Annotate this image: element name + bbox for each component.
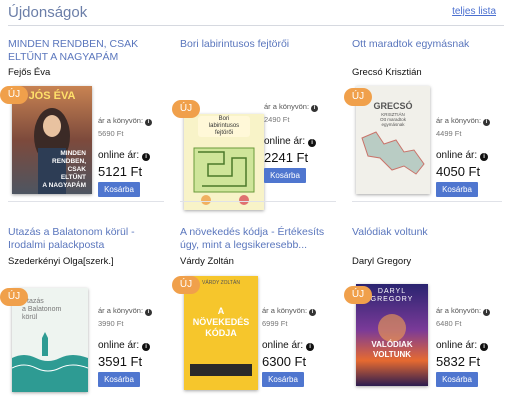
info-icon[interactable]: i: [311, 105, 319, 112]
book-author[interactable]: Várdy Zoltán: [180, 256, 234, 267]
book-author[interactable]: Fejős Éva: [8, 67, 50, 78]
info-icon[interactable]: i: [142, 153, 151, 161]
card-divider: [180, 201, 336, 202]
cover-title-text: KRISZTIÁN Ott maradtok egymásnak: [379, 112, 406, 127]
cover-title-text: A NÖVEKEDÉS KÓDJA: [192, 306, 250, 338]
new-badge: ÚJ: [344, 88, 372, 106]
card-divider: [352, 201, 502, 202]
section-header: Újdonságok teljes lista: [0, 0, 512, 26]
book-card: Valódiak voltunk Daryl Gregory DARYL GRE…: [344, 226, 512, 400]
cover-title-text: Bori labirintusos fejtörői: [198, 116, 250, 137]
info-icon[interactable]: i: [480, 343, 489, 351]
info-icon[interactable]: i: [483, 119, 491, 126]
book-card: Utazás a Balatonom körül - Irodalmi pala…: [0, 226, 170, 400]
info-icon[interactable]: i: [308, 139, 317, 147]
add-to-cart-button[interactable]: Kosárba: [98, 372, 140, 387]
price-block: ár a könyvön: i 3990 Ft online ár: i 3591 …: [98, 306, 170, 387]
book-card: A növekedés kódja - Értékesíts úgy, mint…: [172, 226, 340, 400]
book-cover[interactable]: Bori labirintusos fejtörői: [184, 114, 264, 210]
online-price: 2241 Ft: [264, 150, 309, 165]
list-price: 6480 Ft: [436, 319, 462, 328]
info-icon[interactable]: i: [306, 343, 315, 351]
book-card: Bori labirintusos fejtörői Bori labirint…: [172, 38, 340, 218]
book-title[interactable]: Utazás a Balatonom körül - Irodalmi pala…: [8, 226, 168, 252]
list-price-label: ár a könyvön: i: [436, 306, 508, 316]
price-block: ár a könyvön: i 4499 Ft online ár: i 4050 …: [436, 116, 508, 197]
info-icon[interactable]: i: [309, 309, 317, 316]
new-badge: ÚJ: [172, 100, 200, 118]
online-price-label: online ár: i: [98, 340, 170, 351]
info-icon[interactable]: i: [145, 119, 153, 126]
book-title[interactable]: Valódiak voltunk: [352, 226, 512, 239]
new-badge: ÚJ: [344, 286, 372, 304]
book-author[interactable]: Grecsó Krisztián: [352, 67, 422, 78]
book-title[interactable]: A növekedés kódja - Értékesíts úgy, mint…: [180, 226, 340, 252]
book-title[interactable]: Bori labirintusos fejtörői: [180, 38, 340, 51]
list-price-label: ár a könyvön: i: [264, 102, 336, 112]
cover-title-text: MINDEN RENDBEN, CSAK ELTŰNT A NAGYAPÁM: [42, 150, 86, 189]
list-price: 5690 Ft: [98, 129, 124, 138]
online-price: 6300 Ft: [262, 354, 307, 369]
info-icon[interactable]: i: [145, 309, 153, 316]
card-divider: [8, 201, 164, 202]
price-block: ár a könyvön: i 2490 Ft online ár: i 2241 …: [264, 102, 336, 183]
online-price-label: online ár: i: [436, 150, 508, 161]
book-author[interactable]: Daryl Gregory: [352, 256, 411, 267]
add-to-cart-button[interactable]: Kosárba: [436, 372, 478, 387]
add-to-cart-button[interactable]: Kosárba: [264, 168, 306, 183]
list-price-label: ár a könyvön: i: [436, 116, 508, 126]
online-price: 4050 Ft: [436, 164, 481, 179]
online-price-label: online ár: i: [264, 136, 336, 147]
book-card: MINDEN RENDBEN, CSAK ELTŰNT A NAGYAPÁM F…: [0, 38, 170, 218]
cover-title-text: VALÓDIAK VOLTUNK: [371, 340, 413, 359]
list-price: 3990 Ft: [98, 319, 124, 328]
add-to-cart-button[interactable]: Kosárba: [262, 372, 304, 387]
new-badge: ÚJ: [0, 86, 28, 104]
list-price: 2490 Ft: [264, 115, 290, 124]
header-divider: [8, 25, 504, 26]
book-title[interactable]: MINDEN RENDBEN, CSAK ELTŰNT A NAGYAPÁM: [8, 38, 168, 64]
info-icon[interactable]: i: [142, 343, 151, 351]
add-to-cart-button[interactable]: Kosárba: [436, 182, 478, 197]
online-price: 5121 Ft: [98, 164, 143, 179]
online-price-label: online ár: i: [98, 150, 170, 161]
add-to-cart-button[interactable]: Kosárba: [98, 182, 140, 197]
price-block: ár a könyvön: i 6999 Ft online ár: i 6300 …: [262, 306, 334, 387]
book-cover[interactable]: VÁRDY ZOLTÁN A NÖVEKEDÉS KÓDJA: [184, 276, 258, 390]
price-block: ár a könyvön: i 5690 Ft online ár: i 5121 …: [98, 116, 170, 197]
online-price: 3591 Ft: [98, 354, 143, 369]
full-list-link[interactable]: teljes lista: [452, 6, 496, 17]
info-icon[interactable]: i: [480, 153, 489, 161]
list-price-label: ár a könyvön: i: [98, 116, 170, 126]
list-price: 6999 Ft: [262, 319, 288, 328]
section-title: Újdonságok: [8, 4, 88, 21]
list-price: 4499 Ft: [436, 129, 462, 138]
book-author[interactable]: Szederkényi Olga[szerk.]: [8, 256, 114, 267]
list-price-label: ár a könyvön: i: [98, 306, 170, 316]
cover-title-text: Utazás a Balatonom körül: [22, 298, 62, 321]
list-price-label: ár a könyvön: i: [262, 306, 334, 316]
online-price: 5832 Ft: [436, 354, 481, 369]
price-block: ár a könyvön: i 6480 Ft online ár: i 5832 …: [436, 306, 508, 387]
new-badge: ÚJ: [0, 288, 28, 306]
online-price-label: online ár: i: [262, 340, 334, 351]
book-title[interactable]: Ott maradtok egymásnak: [352, 38, 512, 51]
online-price-label: online ár: i: [436, 340, 508, 351]
info-icon[interactable]: i: [483, 309, 491, 316]
new-badge: ÚJ: [172, 276, 200, 294]
book-card: Ott maradtok egymásnak Grecsó Krisztián …: [344, 38, 512, 218]
